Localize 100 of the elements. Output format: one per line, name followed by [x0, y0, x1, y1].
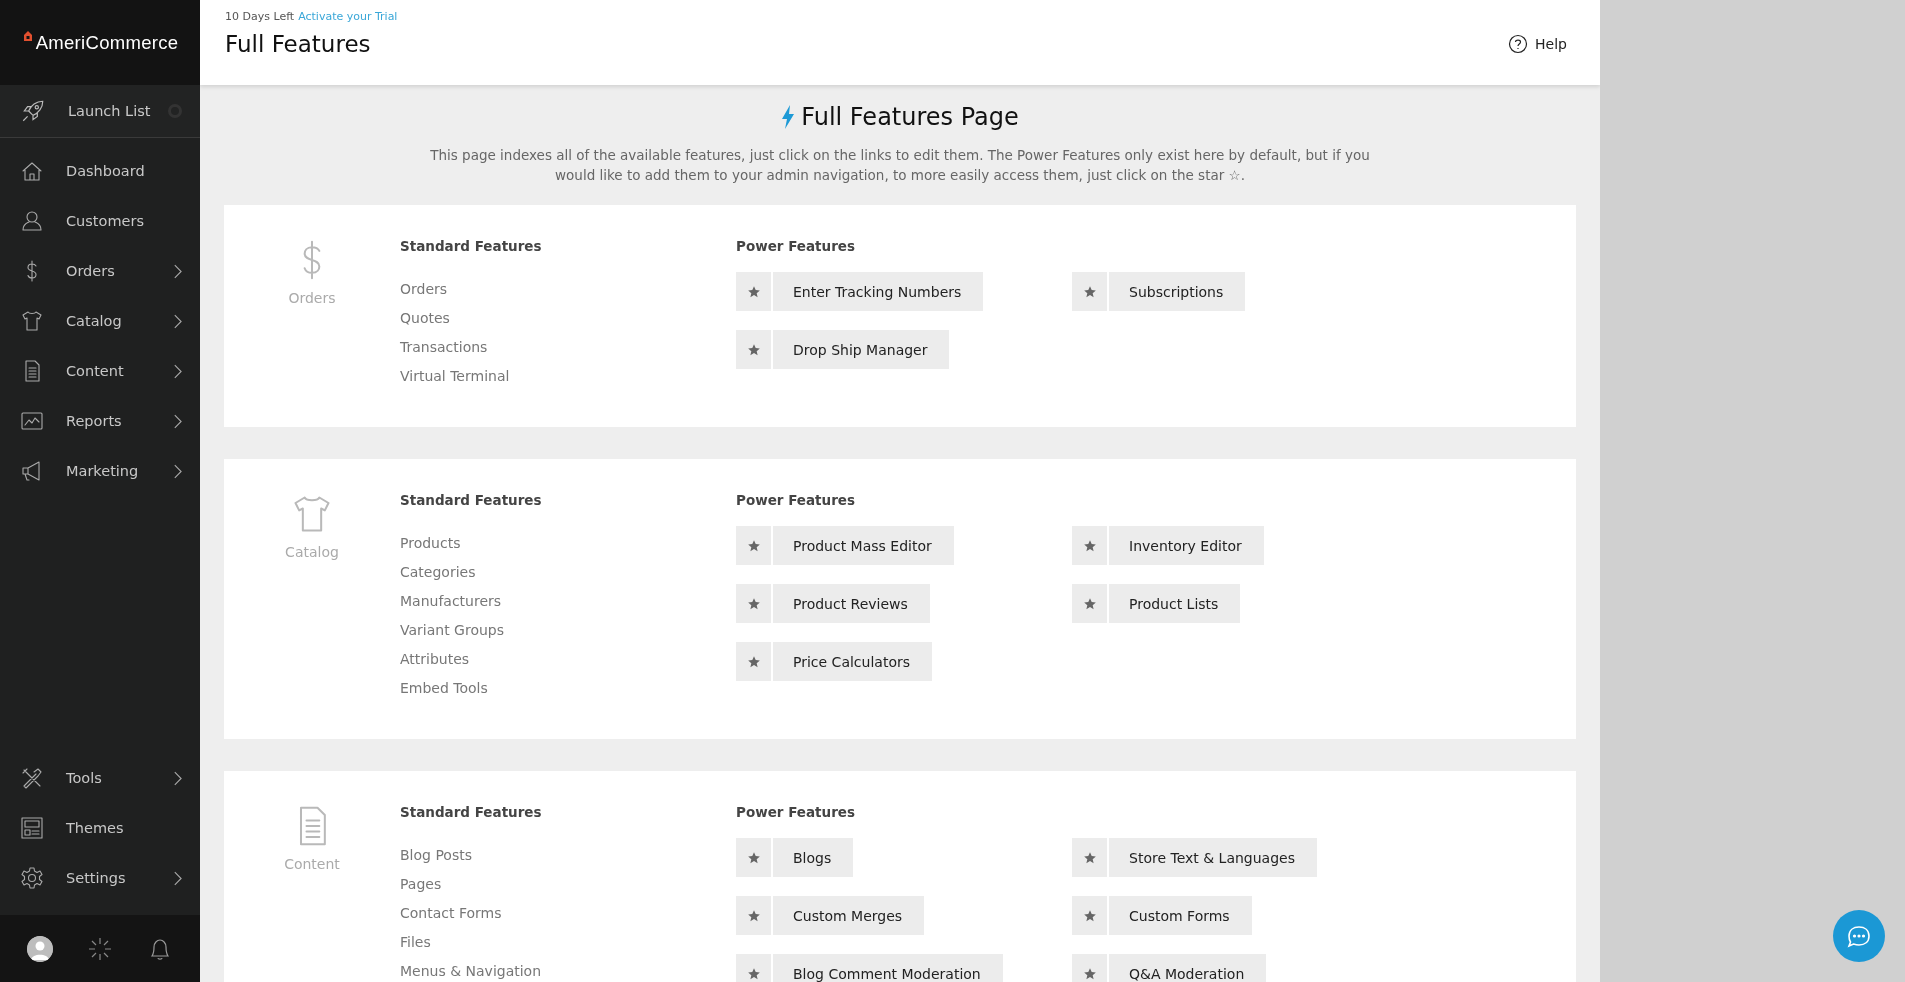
- feature-link[interactable]: Orders: [400, 275, 736, 304]
- feature-button[interactable]: Drop Ship Manager: [773, 330, 950, 369]
- nav-item[interactable]: Customers: [66, 213, 182, 229]
- chart-icon: [20, 409, 44, 433]
- feature-button[interactable]: Q&A Moderation: [1109, 954, 1267, 982]
- feature-button[interactable]: Product Reviews: [773, 584, 930, 623]
- rocket-icon: [20, 98, 46, 124]
- page-title: Full Features: [225, 31, 372, 57]
- column-heading: Standard Features: [400, 238, 543, 254]
- tools-icon: [20, 766, 44, 790]
- feature-link[interactable]: Contact Forms: [400, 899, 736, 928]
- logo-icon: [21, 29, 34, 42]
- favorite-star-button[interactable]: [1072, 526, 1107, 565]
- star-icon: [1082, 850, 1097, 865]
- feature-button[interactable]: Subscriptions: [1109, 272, 1246, 311]
- help-icon: [1508, 34, 1529, 54]
- lightning-bolt-icon: [781, 105, 796, 129]
- favorite-star-button[interactable]: [1072, 272, 1107, 311]
- feature-link[interactable]: Pages: [400, 870, 736, 899]
- column-heading: Power Features: [736, 804, 856, 820]
- feature-button[interactable]: Store Text & Languages: [1109, 838, 1317, 877]
- favorite-star-button[interactable]: [1072, 896, 1107, 935]
- feature-link[interactable]: Virtual Terminal: [400, 362, 736, 391]
- chevron-icon: [173, 363, 182, 379]
- avatar-icon[interactable]: [27, 935, 53, 962]
- feature-button[interactable]: Custom Forms: [1109, 896, 1252, 935]
- chevron-icon: [173, 263, 182, 279]
- section-label: Catalog: [285, 544, 339, 560]
- feature-button[interactable]: Price Calculators: [773, 642, 932, 681]
- favorite-star-button[interactable]: [736, 584, 771, 623]
- star-icon: [1082, 538, 1097, 553]
- feature-link[interactable]: Attributes: [400, 645, 736, 674]
- feature-link[interactable]: Quotes: [400, 304, 736, 333]
- favorite-star-button[interactable]: [736, 272, 771, 311]
- launch-list-item[interactable]: Launch List: [68, 103, 168, 119]
- feature-link[interactable]: Variant Groups: [400, 616, 736, 645]
- favorite-star-button[interactable]: [736, 838, 771, 877]
- settings-icon: [20, 866, 44, 890]
- feature-link[interactable]: Transactions: [400, 333, 736, 362]
- nav-item[interactable]: Tools: [66, 770, 173, 786]
- section-label: Orders: [288, 290, 336, 306]
- feature-link[interactable]: Products: [400, 529, 736, 558]
- feature-link[interactable]: Menus & Navigation: [400, 957, 736, 982]
- chevron-icon: [173, 770, 182, 786]
- feature-button[interactable]: Blogs: [773, 838, 854, 877]
- trial-notice: 10 Days Left: [225, 10, 295, 23]
- layout-icon: [20, 816, 44, 840]
- star-icon: [746, 342, 761, 357]
- feature-button[interactable]: Product Lists: [1109, 584, 1241, 623]
- column-heading: Power Features: [736, 492, 856, 508]
- star-icon: [746, 908, 761, 923]
- person-icon: [20, 209, 44, 233]
- nav-item[interactable]: Catalog: [66, 313, 173, 329]
- feature-button[interactable]: Enter Tracking Numbers: [773, 272, 984, 311]
- feature-link[interactable]: Files: [400, 928, 736, 957]
- favorite-star-button[interactable]: [736, 642, 771, 681]
- favorite-star-button[interactable]: [1072, 838, 1107, 877]
- star-icon: [746, 538, 761, 553]
- favorite-star-button[interactable]: [736, 330, 771, 369]
- intro-text: This page indexes all of the available features, just click on the links to edit them. The Power Features only exist here by default, but if you would like to add them to your admin navigation, to more easily access them, just click on the star ☆.: [430, 146, 1370, 185]
- star-icon: [746, 850, 761, 865]
- nav-item[interactable]: Content: [66, 363, 173, 379]
- feature-link[interactable]: Categories: [400, 558, 736, 587]
- star-icon: [1082, 908, 1097, 923]
- chevron-icon: [173, 870, 182, 886]
- star-icon: [1082, 284, 1097, 299]
- favorite-star-button[interactable]: [736, 526, 771, 565]
- shirt-icon: [20, 309, 44, 333]
- nav-item[interactable]: Reports: [66, 413, 173, 429]
- nav-item[interactable]: Marketing: [66, 463, 173, 479]
- help-button[interactable]: Help: [1508, 34, 1567, 54]
- chevron-icon: [173, 313, 182, 329]
- chevron-icon: [173, 413, 182, 429]
- nav-item[interactable]: Orders: [66, 263, 173, 279]
- star-icon: [746, 966, 761, 981]
- loading-icon[interactable]: [87, 935, 113, 962]
- favorite-star-button[interactable]: [736, 896, 771, 935]
- nav-item[interactable]: Dashboard: [66, 163, 182, 179]
- chat-button[interactable]: [1833, 910, 1885, 962]
- feature-button[interactable]: Inventory Editor: [1109, 526, 1264, 565]
- chevron-icon: [173, 463, 182, 479]
- feature-button[interactable]: Custom Merges: [773, 896, 925, 935]
- favorite-star-button[interactable]: [1072, 954, 1107, 982]
- star-icon: [746, 596, 761, 611]
- nav-item[interactable]: Themes: [66, 820, 182, 836]
- section-heading: Full Features Page: [801, 103, 1019, 131]
- feature-button[interactable]: Blog Comment Moderation: [773, 954, 1003, 982]
- column-heading: Standard Features: [400, 804, 543, 820]
- feature-link[interactable]: Blog Posts: [400, 841, 736, 870]
- favorite-star-button[interactable]: [736, 954, 771, 982]
- column-heading: Power Features: [736, 238, 856, 254]
- feature-link[interactable]: Embed Tools: [400, 674, 736, 703]
- column-heading: Standard Features: [400, 492, 543, 508]
- feature-button[interactable]: Product Mass Editor: [773, 526, 954, 565]
- nav-item[interactable]: Settings: [66, 870, 173, 886]
- feature-link[interactable]: Manufacturers: [400, 587, 736, 616]
- favorite-star-button[interactable]: [1072, 584, 1107, 623]
- star-icon: [1082, 966, 1097, 981]
- logo[interactable]: AmeriCommerce: [35, 31, 179, 54]
- section-label: Content: [284, 856, 340, 872]
